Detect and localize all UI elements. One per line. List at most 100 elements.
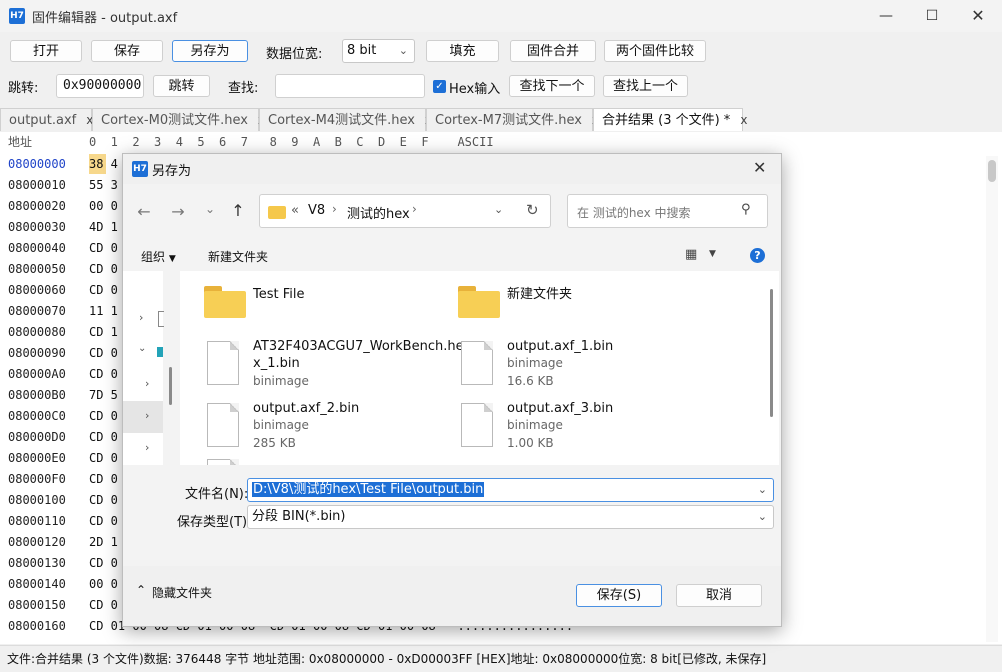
hex-row-address: 08000100 — [8, 493, 66, 507]
jump-input[interactable]: 0x90000000 — [56, 74, 144, 98]
hex-row-bytes[interactable]: CD 0 — [89, 406, 118, 426]
chevron-down-icon[interactable]: ⌄ — [758, 506, 767, 528]
refresh-icon[interactable]: ↻ — [526, 201, 539, 219]
hex-row-address: 080000B0 — [8, 388, 66, 402]
dialog-close-icon[interactable]: ✕ — [753, 158, 766, 177]
path-segment[interactable]: V8 — [308, 203, 325, 218]
file-item-at32[interactable]: AT32F403ACGU7_WorkBench.he x_1.bin binim… — [194, 335, 464, 395]
tab-output-axf[interactable]: output.axf x — [0, 108, 93, 131]
up-arrow-icon[interactable]: ↑ — [227, 201, 249, 220]
tab-cortex-m4[interactable]: Cortex-M4测试文件.hexx — [259, 108, 432, 131]
view-dropdown-icon[interactable]: ▼ — [709, 249, 716, 259]
hex-row-bytes[interactable]: CD 0 — [89, 427, 118, 447]
item-type: binimage — [507, 356, 563, 370]
hex-row-bytes[interactable]: CD 0 — [89, 343, 118, 363]
status-bar: 文件:合并结果 (3 个文件)数据: 376448 字节 地址范围: 0x080… — [0, 645, 1002, 672]
find-next-button[interactable]: 查找下一个 — [509, 75, 595, 97]
organize-menu[interactable]: 组织 ▼ — [141, 248, 176, 265]
nav-scrollbar[interactable] — [169, 367, 172, 405]
hex-row-bytes[interactable]: 55 3 — [89, 175, 118, 195]
hex-row-address: 08000060 — [8, 283, 66, 297]
find-input[interactable] — [275, 74, 425, 98]
dialog-cancel-button[interactable]: 取消 — [676, 584, 762, 607]
item-type: binimage — [253, 418, 309, 432]
hex-row-bytes[interactable]: CD 0 — [89, 490, 118, 510]
navigation-pane[interactable]: › ⌄ › › › — [123, 271, 172, 465]
dialog-search-input[interactable]: 在 测试的hex 中搜索 ⚲ — [567, 194, 768, 228]
scrollbar-thumb[interactable] — [988, 160, 996, 182]
hex-row-bytes[interactable]: CD 0 — [89, 364, 118, 384]
save-as-button[interactable]: 另存为 — [172, 40, 248, 62]
chevron-down-icon[interactable]: ⌄ — [758, 479, 767, 501]
tab-cortex-m0[interactable]: Cortex-M0测试文件.hexx — [92, 108, 265, 131]
file-item-output-3[interactable]: output.axf_3.bin binimage 1.00 KB — [448, 397, 688, 457]
hex-row-bytes[interactable]: CD 0 — [89, 448, 118, 468]
close-button[interactable]: ✕ — [955, 0, 1001, 32]
hex-row-bytes[interactable]: CD 0 — [89, 595, 118, 615]
hex-row-bytes[interactable]: CD 0 — [89, 259, 118, 279]
hex-input-checkbox[interactable]: ✓ — [433, 80, 446, 93]
jump-button[interactable]: 跳转 — [153, 75, 210, 97]
folder-item-new-folder[interactable]: 新建文件夹 — [448, 281, 688, 325]
tab-cortex-m7[interactable]: Cortex-M7测试文件.hexx — [426, 108, 599, 131]
chevron-right-icon[interactable]: › — [145, 377, 149, 390]
recent-chevron-icon[interactable]: ⌄ — [199, 202, 221, 216]
filetype-select[interactable]: 分段 BIN(*.bin) ⌄ — [247, 505, 774, 529]
minimize-button[interactable]: — — [863, 0, 909, 32]
chevron-right-icon[interactable]: › — [145, 409, 149, 422]
chevron-right-icon[interactable]: › — [139, 311, 143, 324]
file-list-scrollbar[interactable] — [770, 289, 773, 417]
file-list[interactable]: Test File 新建文件夹 AT32F403ACGU7_WorkBench.… — [180, 271, 779, 465]
dialog-save-button[interactable]: 保存(S) — [576, 584, 662, 607]
hex-row-bytes[interactable]: 00 0 — [89, 196, 118, 216]
chevron-down-icon[interactable]: ⌄ — [138, 343, 146, 354]
width-select[interactable]: 8 bit ⌄ — [342, 39, 415, 63]
forward-arrow-icon[interactable]: → — [167, 202, 189, 221]
hex-row-address: 08000140 — [8, 577, 66, 591]
file-icon — [207, 341, 239, 385]
file-item-output-2[interactable]: output.axf_2.bin binimage 285 KB — [194, 397, 434, 457]
open-button[interactable]: 打开 — [10, 40, 82, 62]
hex-row-address: 080000F0 — [8, 472, 66, 486]
tab-merge-result[interactable]: 合并结果 (3 个文件) * x — [593, 108, 747, 131]
hide-folders-toggle[interactable]: 隐藏文件夹 — [152, 584, 212, 601]
hex-row-bytes[interactable]: 00 0 — [89, 574, 118, 594]
help-icon[interactable]: ? — [750, 248, 765, 263]
hex-row-bytes[interactable]: CD 0 — [89, 553, 118, 573]
filename-input[interactable]: D:\V8\测试的hex\Test File\output.bin ⌄ — [247, 478, 774, 502]
chevron-right-icon[interactable]: › — [145, 441, 149, 454]
hex-row-bytes[interactable]: CD 0 — [89, 280, 118, 300]
path-dropdown-icon[interactable]: ⌄ — [494, 203, 503, 216]
find-prev-button[interactable]: 查找上一个 — [603, 75, 688, 97]
maximize-button[interactable]: ☐ — [909, 0, 955, 32]
nav-selected-item[interactable] — [123, 401, 163, 433]
address-bar[interactable]: « V8 › 测试的hex › ⌄ ↻ — [259, 194, 551, 228]
hex-row-bytes[interactable]: CD 1 — [89, 322, 118, 342]
hex-row-address: 08000160 — [8, 619, 66, 633]
path-segment[interactable]: 测试的hex — [347, 203, 410, 222]
hex-row-bytes[interactable]: 38 4 — [89, 154, 118, 174]
back-arrow-icon[interactable]: ← — [133, 202, 155, 221]
file-item-output-1[interactable]: output.axf_1.bin binimage 16.6 KB — [448, 335, 688, 395]
folder-item-test-file[interactable]: Test File — [194, 281, 434, 325]
hex-row-bytes[interactable]: 7D 5 — [89, 385, 118, 405]
close-icon[interactable]: x — [740, 113, 747, 127]
compare-button[interactable]: 两个固件比较 — [604, 40, 706, 62]
hex-row-bytes[interactable]: 2D 1 — [89, 532, 118, 552]
hex-row-bytes[interactable]: 4D 1 — [89, 217, 118, 237]
hex-row-bytes[interactable]: CD 0 — [89, 469, 118, 489]
scrollbar[interactable] — [986, 156, 998, 642]
view-options-icon[interactable]: ▦ — [685, 247, 697, 262]
item-name: Test File — [253, 287, 305, 302]
chevron-up-icon[interactable]: ⌃ — [136, 583, 146, 597]
hex-row-bytes[interactable]: CD 0 — [89, 238, 118, 258]
new-folder-button[interactable]: 新建文件夹 — [208, 248, 268, 265]
hex-row-bytes[interactable]: 11 1 — [89, 301, 118, 321]
save-button[interactable]: 保存 — [91, 40, 163, 62]
file-icon — [461, 403, 493, 447]
hex-row-bytes[interactable]: CD 0 — [89, 511, 118, 531]
merge-button[interactable]: 固件合并 — [510, 40, 596, 62]
search-icon: ⚲ — [741, 202, 751, 217]
chevron-down-icon: ⌄ — [398, 44, 408, 57]
fill-button[interactable]: 填充 — [426, 40, 499, 62]
